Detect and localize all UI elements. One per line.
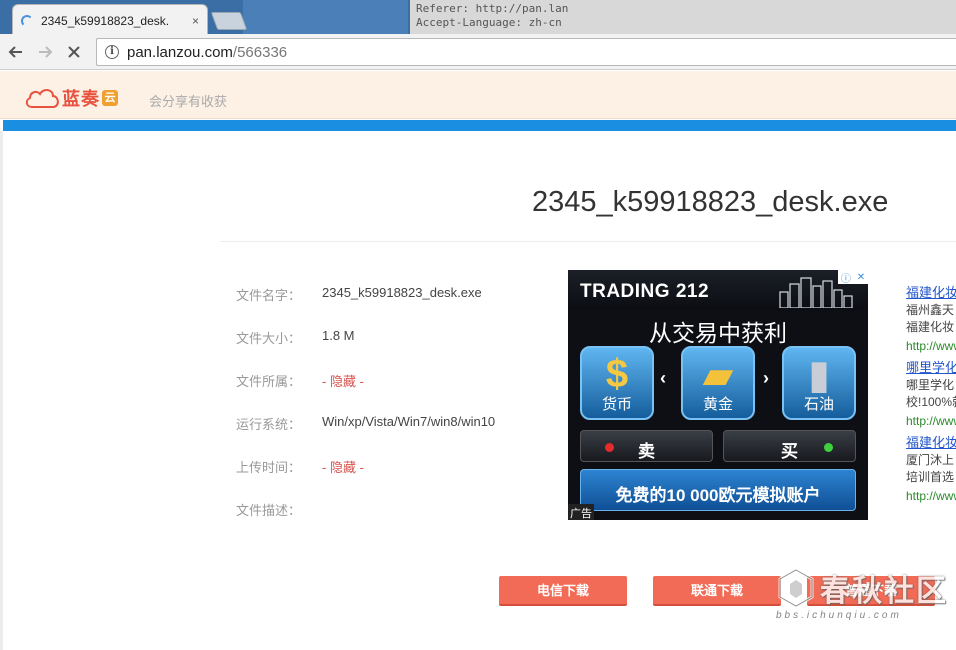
side-ad-link[interactable]: 哪里学化 [906,359,956,377]
info-label: 运行系统： [236,417,302,432]
ad-choices-close[interactable]: ⓘ ✕ [838,270,868,285]
list-item: 哪里学化 哪里学化 校!100%就 http://www [906,359,956,434]
tab-title: 2345_k59918823_desk. [41,13,170,28]
side-ad-link[interactable]: 福建化妆 [906,434,956,452]
chevron-right-icon[interactable]: › [763,368,769,389]
info-row-owner: 文件所属： - 隐藏 - [236,371,364,390]
side-ad-desc: 哪里学化 [906,378,955,392]
ad-tile-label: 石油 [803,396,834,413]
new-tab-button[interactable] [210,12,248,30]
side-ad-url[interactable]: http://www [906,411,956,431]
info-label: 文件大小： [236,331,302,346]
telecom-download-button[interactable]: 电信下载 [499,576,627,606]
info-value: 1.8 M [322,328,355,343]
ad-tile-gold[interactable]: ▰ 黄金 [681,346,755,420]
watermark: 春秋社区 bbs.ichunqiu.com [776,566,956,628]
close-icon[interactable]: × [192,14,199,28]
banner-ad[interactable]: TRADING 212 ⓘ ✕ 从交易中获利 $ 货币 ‹ ▰ 黄金 › ▮ 石… [568,270,868,520]
ad-buy-button[interactable]: 买 [723,430,856,462]
title-divider [220,241,956,242]
screen: Referer: http://pan.lan Accept-Language:… [0,0,956,650]
url-host: pan.lanzou.com [127,43,233,61]
watermark-text: 春秋社区 [820,575,948,608]
info-row-upload-time: 上传时间： - 隐藏 - [236,457,364,476]
logo-text: 蓝奏 [62,89,100,109]
ad-tile-oil[interactable]: ▮ 石油 [782,346,856,420]
loading-spinner-icon [21,14,33,27]
ad-tile-label: 货币 [601,396,632,413]
ad-tile-label: 黄金 [702,396,733,413]
side-ad-link[interactable]: 福建化妆 [906,284,956,302]
stop-x-icon [68,45,80,58]
cloud-icon [24,87,60,109]
ad-sell-label: 卖 [638,442,655,461]
browser-toolbar: i pan.lanzou.com/566336 [0,34,956,70]
url-path: /566336 [232,43,288,61]
site-slogan: 会分享有收获 [149,94,228,109]
site-info-icon[interactable]: i [105,45,119,59]
info-row-filename: 文件名字： 2345_k59918823_desk.exe [236,285,482,304]
ad-header: TRADING 212 ⓘ ✕ [568,270,868,310]
info-label: 文件所属： [236,374,302,389]
info-value: 2345_k59918823_desk.exe [322,285,482,300]
info-value-hidden: - 隐藏 - [322,374,364,389]
side-ad-url[interactable]: http://www [906,486,956,506]
page-title: 2345_k59918823_desk.exe [532,186,889,218]
ad-cta-button[interactable]: 免费的10 000欧元模拟账户 [580,469,856,511]
info-value-hidden: - 隐藏 - [322,460,364,475]
desktop-terminal-window: Referer: http://pan.lan Accept-Language:… [410,0,956,36]
info-label: 文件描述： [236,503,302,518]
info-value: Win/xp/Vista/Win7/win8/win10 [322,414,496,429]
address-bar[interactable]: i pan.lanzou.com/566336 [96,38,956,66]
list-item: 福建化妆 福州鑫天 福建化妆 http://www [906,284,956,359]
side-ad-desc: 福州鑫天 [906,303,955,317]
list-item: 福建化妆 厦门沐上 培训首选 http://www [906,434,956,509]
browser-tab[interactable]: 2345_k59918823_desk. × [12,4,208,36]
ad-buy-label: 买 [781,442,798,461]
ad-tile-currency[interactable]: $ 货币 [580,346,654,420]
desktop-window-thumbnail [243,0,408,36]
desktop-text-line: Accept-Language: zh-cn [416,16,562,29]
site-header: 蓝奏 云 会分享有收获 [0,71,956,119]
back-arrow-icon [8,45,22,58]
ad-tag: 广告 [568,504,594,520]
side-text-ads: 福建化妆 福州鑫天 福建化妆 http://www 哪里学化 哪里学化 校!10… [906,284,956,509]
info-row-description: 文件描述： [236,500,322,519]
page-left-border [0,131,3,650]
side-ad-desc: 校!100%就 [906,395,956,409]
stop-button[interactable] [61,39,87,65]
unicom-download-button[interactable]: 联通下载 [653,576,781,606]
info-label: 上传时间： [236,460,302,475]
info-label: 文件名字： [236,288,302,303]
ad-cta-label: 免费的10 000欧元模拟账户 [615,486,821,505]
side-ad-desc: 培训首选 [906,470,955,484]
ad-brand: TRADING 212 [580,281,710,302]
watermark-logo-icon [778,568,814,608]
info-row-os: 运行系统： Win/xp/Vista/Win7/win8/win10 [236,414,495,433]
dollar-icon: $ [605,352,629,396]
site-logo[interactable]: 蓝奏 云 [24,85,118,111]
logo-badge: 云 [102,90,118,106]
watermark-subtext: bbs.ichunqiu.com [776,610,902,621]
side-ad-desc: 厦门沐上 [906,453,955,467]
desktop-text-line: Referer: http://pan.lan [416,2,569,15]
ad-info-icon[interactable]: ⓘ [841,270,851,285]
oil-barrel-icon: ▮ [807,353,830,397]
gold-bar-icon: ▰ [702,353,734,397]
chevron-left-icon[interactable]: ‹ [660,368,666,389]
header-accent-bar [3,120,956,131]
back-button[interactable] [3,39,29,65]
ad-headline: 从交易中获利 [649,320,787,346]
close-icon[interactable]: ✕ [857,272,865,283]
side-ad-url[interactable]: http://www [906,336,956,356]
side-ad-desc: 福建化妆 [906,320,955,334]
info-row-size: 文件大小： 1.8 M [236,328,355,347]
ad-sell-button[interactable]: 卖 [580,430,713,462]
forward-button[interactable] [32,39,58,65]
forward-arrow-icon [39,45,53,58]
